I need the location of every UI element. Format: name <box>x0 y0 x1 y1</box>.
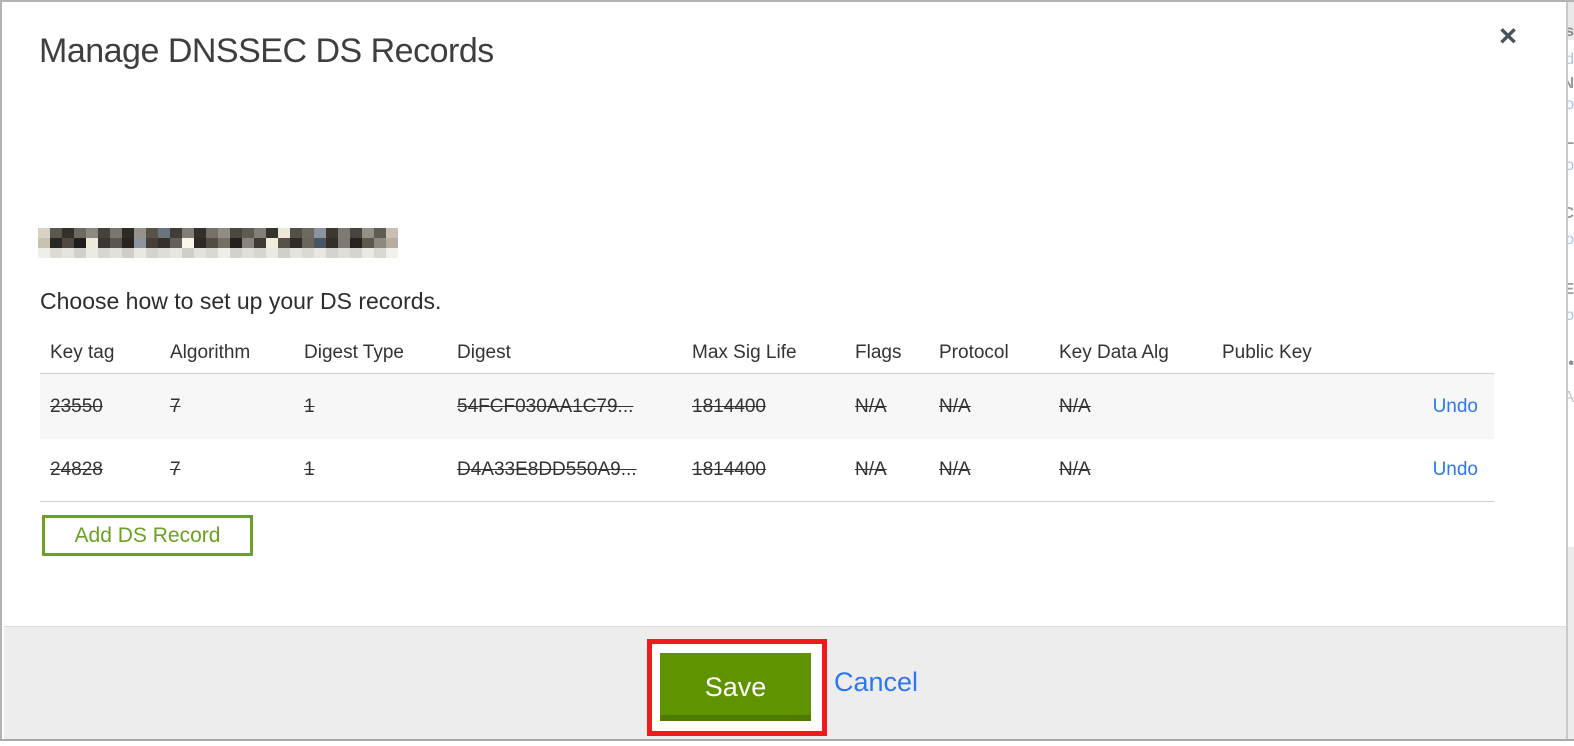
table-header-row: Key tag Algorithm Digest Type Digest Max… <box>40 332 1494 374</box>
cell-max-sig-life: 1814400 <box>692 459 766 480</box>
close-icon[interactable]: × <box>1499 20 1517 51</box>
col-header-max-sig-life: Max Sig Life <box>692 341 797 363</box>
col-header-digest: Digest <box>457 341 511 363</box>
cancel-link[interactable]: Cancel <box>834 667 918 698</box>
setup-instruction-text: Choose how to set up your DS records. <box>40 288 442 314</box>
save-button[interactable]: Save <box>660 653 811 721</box>
cell-actions: Undo <box>1352 459 1494 481</box>
undo-link[interactable]: Undo <box>1433 459 1478 480</box>
cell-max-sig-life: 1814400 <box>692 395 766 417</box>
col-header-public-key: Public Key <box>1222 341 1312 363</box>
table-row: 23550 7 1 54FCF030AA1C79... 1814400 N/A … <box>40 374 1494 439</box>
col-header-digest-type: Digest Type <box>304 341 404 363</box>
cell-key-tag: 24828 <box>50 459 103 480</box>
cell-key-data-alg: N/A <box>1059 395 1091 417</box>
ds-records-table: Key tag Algorithm Digest Type Digest Max… <box>40 332 1494 502</box>
cell-digest-type: 1 <box>304 459 315 480</box>
cell-algorithm: 7 <box>170 395 181 417</box>
undo-link[interactable]: Undo <box>1433 396 1478 417</box>
col-header-algorithm: Algorithm <box>170 341 251 363</box>
cell-actions: Undo <box>1352 396 1494 418</box>
screenshot-border-left <box>0 0 2 741</box>
cell-flags: N/A <box>855 395 887 417</box>
cell-flags: N/A <box>855 459 887 480</box>
col-header-key-data-alg: Key Data Alg <box>1059 341 1169 363</box>
cell-digest: 54FCF030AA1C79... <box>457 395 634 417</box>
screenshot-border-top <box>0 0 1574 2</box>
background-page-strip: s d No Lo Co Eo • A <box>1568 0 1574 746</box>
cell-algorithm: 7 <box>170 459 181 480</box>
background-page-footer-sliver <box>1568 547 1574 739</box>
cell-digest-type: 1 <box>304 395 315 417</box>
add-ds-record-button[interactable]: Add DS Record <box>42 515 253 556</box>
cell-protocol: N/A <box>939 459 971 480</box>
redacted-domain-name <box>38 228 398 258</box>
cell-key-tag: 23550 <box>50 395 103 417</box>
cell-protocol: N/A <box>939 395 971 417</box>
cell-key-data-alg: N/A <box>1059 459 1091 480</box>
modal-title: Manage DNSSEC DS Records <box>39 32 494 70</box>
col-header-key-tag: Key tag <box>50 341 115 363</box>
screenshot-root: Manage DNSSEC DS Records × Choose how to… <box>0 0 1574 746</box>
table-row: 24828 7 1 D4A33E8DD550A9... 1814400 N/A … <box>40 439 1494 502</box>
screenshot-border-bottom <box>0 739 1574 741</box>
col-header-protocol: Protocol <box>939 341 1009 363</box>
cell-digest: D4A33E8DD550A9... <box>457 459 637 480</box>
manage-dnssec-modal: Manage DNSSEC DS Records × Choose how to… <box>2 2 1568 741</box>
col-header-flags: Flags <box>855 341 902 363</box>
